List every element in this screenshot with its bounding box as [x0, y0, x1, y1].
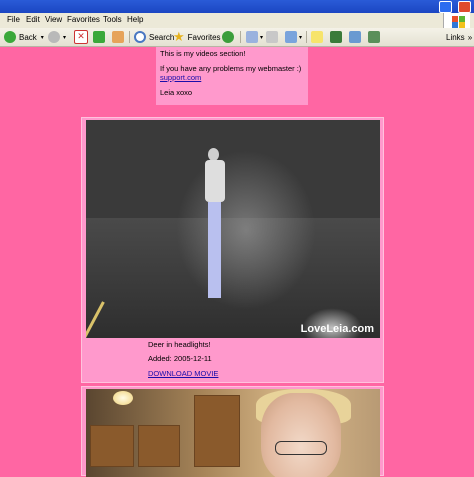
history-icon [246, 31, 258, 43]
media-button[interactable] [222, 30, 234, 44]
intro-signoff: Leia xoxo [160, 88, 193, 97]
intro-line2: If you have any problems my webmaster :) [160, 64, 302, 73]
forward-arrow-icon [48, 31, 60, 43]
video-date: Added: 2005-12-11 [148, 354, 212, 363]
tool-button[interactable] [349, 30, 361, 44]
links-label: Links [446, 32, 465, 42]
video-card [81, 386, 384, 477]
window-title-bar [0, 0, 474, 13]
print-icon [266, 31, 278, 43]
edit-button[interactable]: ▾ [285, 30, 302, 44]
intro-panel: This is my videos section! If you have a… [156, 47, 308, 105]
search-label: Search [149, 32, 175, 42]
minimize-button[interactable] [439, 1, 452, 13]
forward-button[interactable]: ▾ [48, 30, 66, 44]
video-thumbnail[interactable] [86, 389, 380, 477]
note-button[interactable] [311, 30, 323, 44]
extension-icon [368, 31, 380, 43]
menu-edit[interactable]: Edit [26, 15, 40, 24]
video-thumbnail[interactable]: LoveLeia.com [86, 120, 380, 338]
note-icon [311, 31, 323, 43]
links-button[interactable]: Links » [446, 30, 472, 44]
search-icon [134, 31, 146, 43]
menu-file[interactable]: File [7, 15, 20, 24]
chevron-down-icon: ▾ [299, 34, 303, 41]
home-icon [112, 31, 124, 43]
chevron-down-icon: ▾ [260, 34, 264, 41]
menu-favorites[interactable]: Favorites [67, 15, 100, 24]
refresh-button[interactable] [93, 30, 105, 44]
favorites-label: Favorites [187, 32, 221, 42]
home-button[interactable] [112, 30, 124, 44]
menu-help[interactable]: Help [127, 15, 143, 24]
toolbar: Back ▾ ▾ ✕ Search ★ Favorites ▾ ▾ Links … [0, 28, 474, 47]
refresh-icon [93, 31, 105, 43]
search-button[interactable]: Search [134, 30, 174, 44]
messenger-icon [330, 31, 342, 43]
video-title: Deer in headlights! [148, 340, 211, 349]
support-link[interactable]: support.com [160, 73, 201, 82]
tool-icon [349, 31, 361, 43]
extension-button[interactable] [368, 30, 380, 44]
menu-tools[interactable]: Tools [103, 15, 122, 24]
media-icon [222, 31, 234, 43]
person-face [261, 393, 341, 477]
edit-icon [285, 31, 297, 43]
double-chevron-icon: » [467, 32, 473, 42]
video-card: LoveLeia.com Deer in headlights! Added: … [81, 117, 384, 383]
download-movie-link[interactable]: DOWNLOAD MOVIE [148, 369, 218, 378]
chevron-down-icon: ▾ [40, 34, 44, 41]
intro-line1: This is my videos section! [160, 49, 246, 58]
history-button[interactable]: ▾ [246, 30, 263, 44]
stop-button[interactable]: ✕ [74, 30, 88, 44]
close-button[interactable] [458, 1, 471, 13]
stop-icon: ✕ [74, 30, 88, 44]
favorites-button[interactable]: ★ Favorites [173, 30, 221, 44]
windows-logo-icon [443, 13, 470, 29]
back-label: Back [19, 32, 37, 42]
menu-view[interactable]: View [45, 15, 62, 24]
messenger-button[interactable] [330, 30, 342, 44]
page-content: This is my videos section! If you have a… [0, 47, 474, 477]
back-arrow-icon [4, 31, 16, 43]
person-figure [203, 148, 225, 300]
star-icon: ★ [173, 29, 185, 44]
back-button[interactable]: Back ▾ [4, 30, 44, 44]
mail-button[interactable] [266, 30, 278, 44]
menu-bar: File Edit View Favorites Tools Help [0, 13, 474, 29]
chevron-down-icon: ▾ [63, 34, 67, 41]
ceiling-lamp [113, 391, 133, 405]
video-watermark: LoveLeia.com [300, 323, 374, 335]
